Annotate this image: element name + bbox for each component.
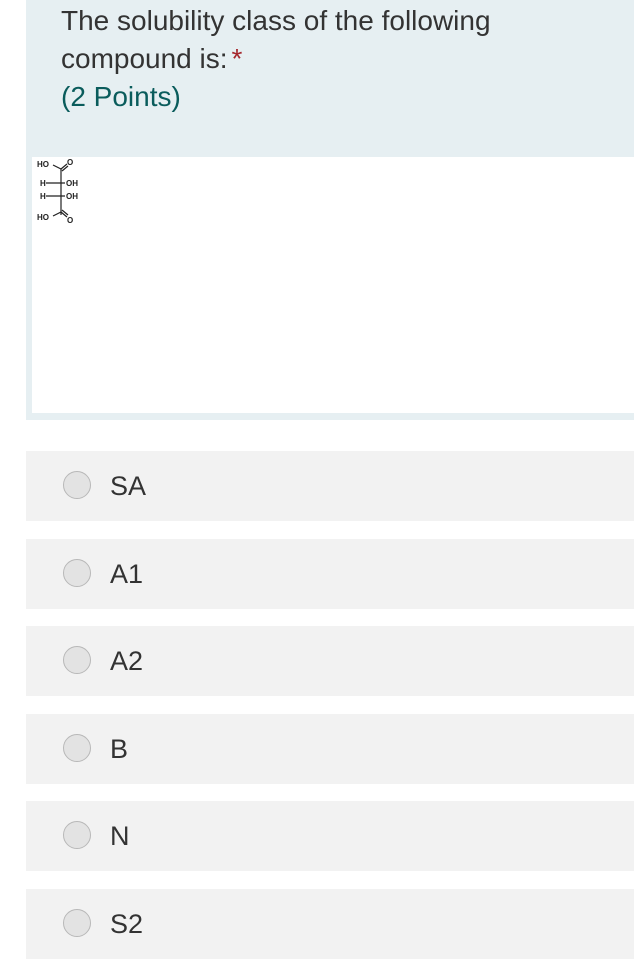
radio-button[interactable] bbox=[63, 734, 91, 762]
option-b[interactable]: B bbox=[26, 714, 634, 784]
question-title: The solubility class of the following co… bbox=[61, 2, 621, 78]
option-label: S2 bbox=[110, 909, 144, 939]
structure-label: O bbox=[67, 216, 73, 225]
option-sa[interactable]: SA bbox=[26, 451, 634, 521]
structure-label: HO bbox=[37, 160, 49, 169]
option-label: A2 bbox=[110, 646, 144, 676]
option-label: N bbox=[110, 821, 130, 851]
radio-button[interactable] bbox=[63, 909, 91, 937]
radio-button[interactable] bbox=[63, 471, 91, 499]
option-s2[interactable]: S2 bbox=[26, 889, 634, 959]
structure-label: H bbox=[40, 179, 46, 188]
chemical-structure-image: HO O H OH H OH HO O bbox=[37, 158, 78, 225]
bond-line bbox=[52, 211, 62, 217]
bond-line bbox=[52, 164, 62, 170]
structure-label: H bbox=[40, 192, 46, 201]
structure-label: OH bbox=[66, 179, 78, 188]
option-label: SA bbox=[110, 471, 147, 501]
structure-label: O bbox=[67, 158, 73, 167]
structure-label: OH bbox=[66, 192, 78, 201]
option-a1[interactable]: A1 bbox=[26, 539, 634, 609]
option-a2[interactable]: A2 bbox=[26, 626, 634, 696]
question-points: (2 Points) bbox=[61, 81, 181, 112]
radio-button[interactable] bbox=[63, 821, 91, 849]
radio-button[interactable] bbox=[63, 646, 91, 674]
question-image: HO O H OH H OH HO O bbox=[32, 157, 634, 413]
option-n[interactable]: N bbox=[26, 801, 634, 871]
structure-label: HO bbox=[37, 213, 49, 222]
required-marker: * bbox=[231, 43, 243, 74]
option-label: B bbox=[110, 734, 129, 764]
question-card: The solubility class of the following co… bbox=[26, 0, 634, 420]
question-text: The solubility class of the following co… bbox=[61, 5, 491, 74]
option-label: A1 bbox=[110, 559, 144, 589]
radio-button[interactable] bbox=[63, 559, 91, 587]
